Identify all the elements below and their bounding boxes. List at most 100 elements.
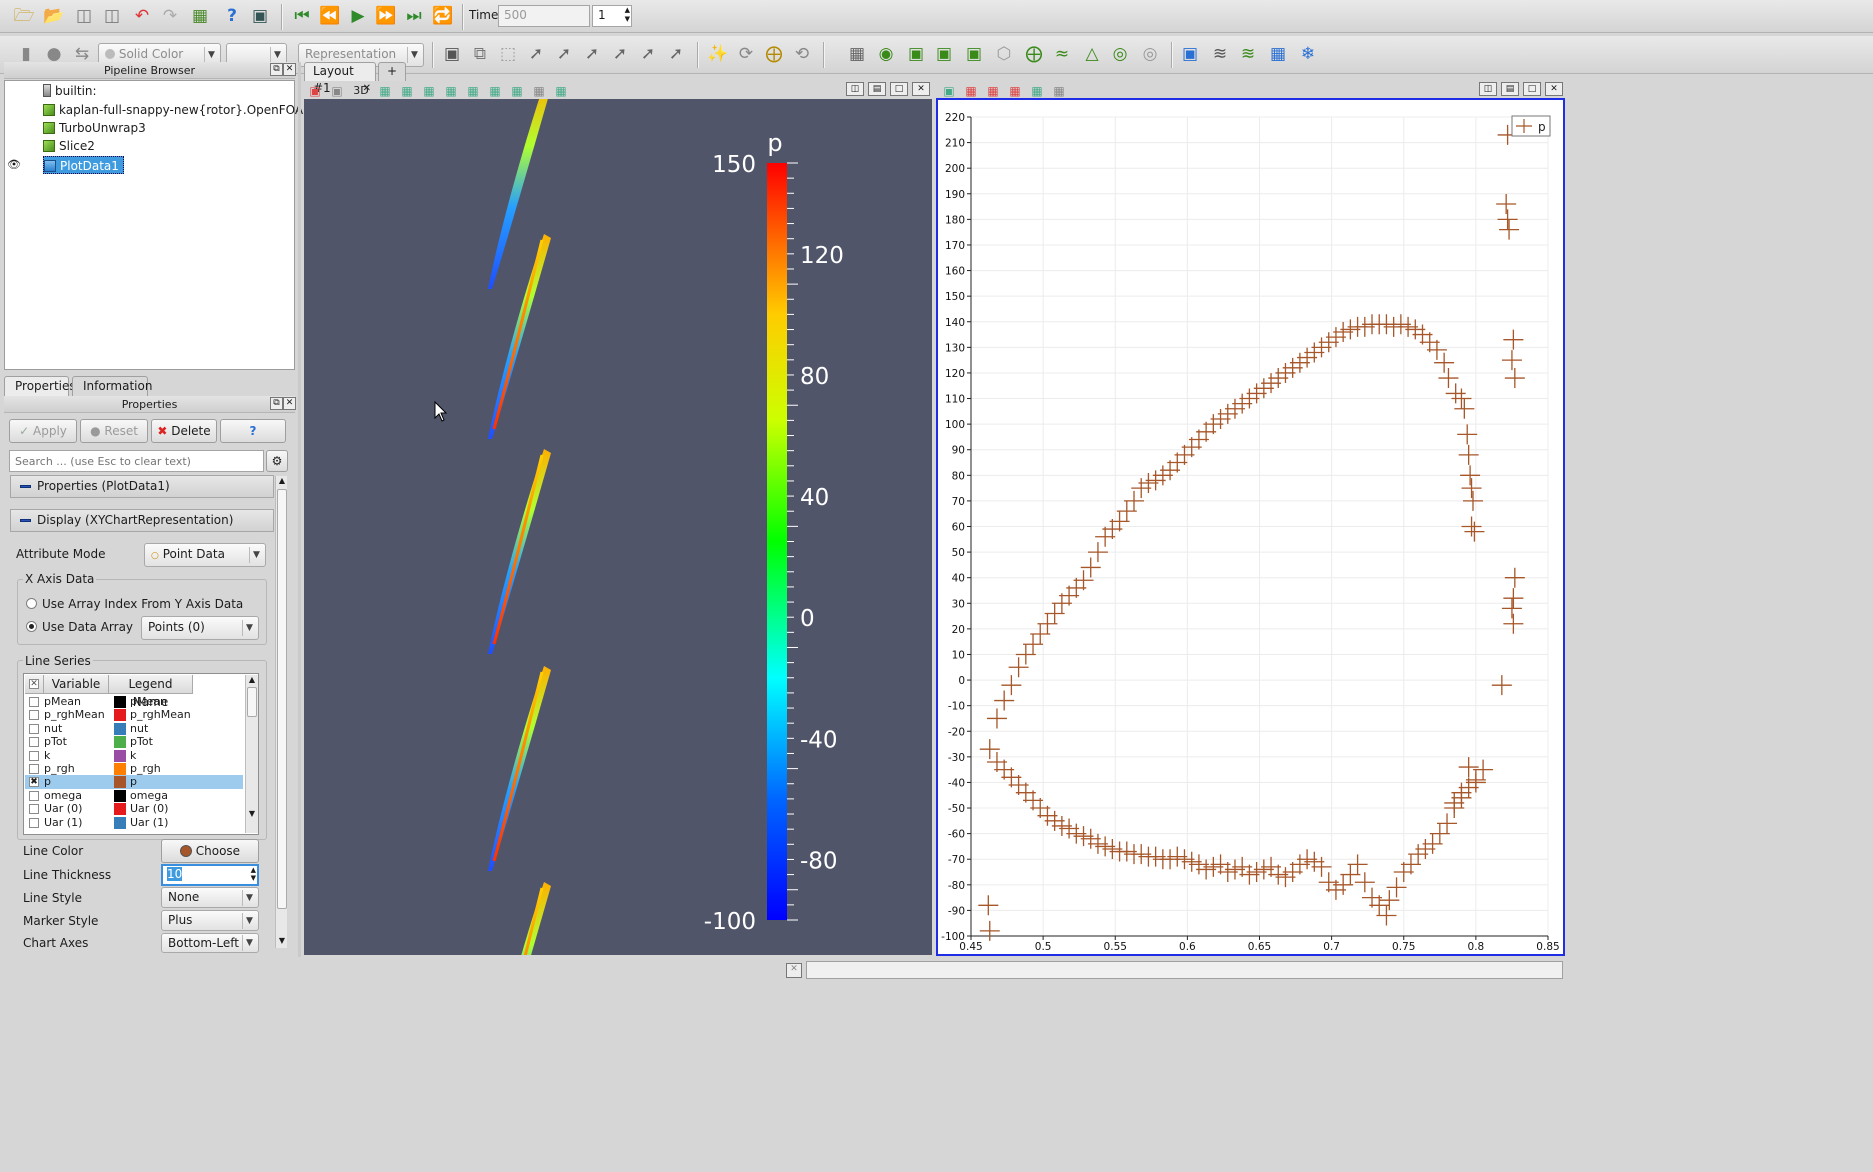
play-icon[interactable]: ▶: [344, 2, 372, 30]
choose-color-button[interactable]: Choose Color...: [161, 839, 259, 880]
series-checkbox[interactable]: [29, 817, 39, 828]
legend-column-header[interactable]: Legend Name: [109, 675, 193, 709]
spin-arrows-icon[interactable]: ▲ ▼: [251, 866, 256, 882]
help-icon[interactable]: ?: [218, 2, 246, 30]
float-panel-icon[interactable]: ⧉: [270, 63, 283, 76]
section-properties[interactable]: Properties (PlotData1): [10, 475, 274, 498]
series-color-swatch[interactable]: [114, 709, 126, 722]
chart-subtract-selection-icon[interactable]: ▦: [1030, 84, 1044, 98]
hover-cells-icon[interactable]: ▦: [510, 84, 524, 98]
scroll-up-icon[interactable]: ▲: [247, 675, 257, 686]
connect-icon[interactable]: ▦: [186, 2, 214, 30]
series-color-swatch[interactable]: [114, 749, 126, 762]
clear-selection-icon[interactable]: ▦: [554, 84, 568, 98]
reset-button[interactable]: ● Reset: [80, 419, 148, 443]
last-frame-icon[interactable]: ⏭: [400, 2, 428, 30]
check-all-header[interactable]: ✕: [25, 675, 44, 694]
pipeline-item-plotdata1[interactable]: PlotData1: [43, 156, 124, 174]
chart-select-icon[interactable]: ▦: [964, 84, 978, 98]
series-color-swatch[interactable]: [114, 763, 126, 775]
maximize-icon[interactable]: □: [1523, 82, 1541, 96]
series-checkbox[interactable]: ✖: [29, 777, 39, 788]
tab-information[interactable]: Information: [72, 376, 152, 396]
interactive-select-icon[interactable]: ▦: [466, 84, 480, 98]
close-icon[interactable]: ✕: [283, 397, 296, 410]
attribute-mode-combo[interactable]: ○ Point Data ▼: [144, 543, 266, 567]
frustum-select-icon[interactable]: ▦: [422, 84, 436, 98]
camera-link-icon[interactable]: ▣: [246, 2, 274, 30]
chart-axes-combo[interactable]: Bottom-Left ▼: [161, 933, 259, 953]
series-row[interactable]: nut nut: [25, 722, 243, 735]
scroll-down-icon[interactable]: ▼: [277, 936, 287, 948]
spin-arrows-icon[interactable]: ▲ ▼: [625, 6, 630, 24]
pipeline-item-slice2[interactable]: Slice2: [43, 137, 95, 155]
split-horizontal-icon[interactable]: ◫: [1479, 82, 1497, 96]
series-color-swatch[interactable]: [114, 722, 126, 735]
scroll-down-icon[interactable]: ▼: [247, 809, 257, 820]
series-color-swatch[interactable]: [114, 696, 126, 708]
series-checkbox[interactable]: [29, 804, 39, 815]
chart-legend[interactable]: p: [1511, 115, 1551, 137]
marker-style-combo[interactable]: Plus ▼: [161, 910, 259, 931]
use-array-index-radio[interactable]: [26, 598, 37, 609]
eye-icon[interactable]: 👁: [7, 156, 21, 174]
next-frame-icon[interactable]: ⏩: [372, 2, 400, 30]
toggle-3d-button[interactable]: 3D: [350, 84, 372, 98]
select-cells-icon[interactable]: ▦: [378, 84, 392, 98]
pipeline-item-openfoam[interactable]: kaplan-full-snappy-new{rotor}.OpenFOAM: [43, 101, 313, 119]
select-points-icon[interactable]: ▦: [400, 84, 414, 98]
float-panel-icon[interactable]: ⧉: [270, 397, 283, 410]
chart-clear-selection-icon[interactable]: ▦: [1052, 84, 1066, 98]
variable-column-header[interactable]: Variable: [44, 675, 109, 694]
apply-button[interactable]: ✓ Apply: [9, 419, 77, 443]
series-row[interactable]: kk: [25, 749, 243, 762]
check-all-icon[interactable]: ✕: [29, 679, 39, 689]
advanced-gear-icon[interactable]: ⚙: [266, 450, 288, 472]
maximize-icon[interactable]: □: [890, 82, 908, 96]
search-input[interactable]: [9, 450, 264, 472]
series-row[interactable]: Uar (1) Uar (1): [25, 816, 243, 829]
series-color-swatch[interactable]: [114, 789, 126, 802]
series-row[interactable]: omega omega: [25, 789, 243, 802]
series-row[interactable]: pMean pMean: [25, 695, 243, 708]
screenshot-icon[interactable]: ▣: [308, 84, 322, 98]
close-view-icon[interactable]: ✕: [912, 82, 930, 96]
delete-button[interactable]: ✖ Delete: [151, 419, 217, 443]
series-checkbox[interactable]: [29, 723, 39, 734]
scroll-thumb[interactable]: [277, 489, 287, 909]
first-frame-icon[interactable]: ⏮: [288, 2, 316, 30]
split-vertical-icon[interactable]: ▤: [1501, 82, 1519, 96]
axes-grid-icon[interactable]: ▣: [330, 84, 344, 98]
chart-add-selection-icon[interactable]: ▦: [1008, 84, 1022, 98]
tab-properties[interactable]: Properties: [4, 376, 76, 396]
split-vertical-icon[interactable]: ▤: [868, 82, 886, 96]
loop-icon[interactable]: 🔁: [429, 2, 457, 30]
pipeline-item-builtin[interactable]: builtin:: [43, 82, 97, 100]
series-row[interactable]: p_rghMean p_rghMean: [25, 708, 243, 722]
series-color-swatch[interactable]: [114, 816, 126, 829]
x-array-combo[interactable]: Points (0) ▼: [141, 616, 259, 640]
series-checkbox[interactable]: [29, 737, 39, 748]
split-horizontal-icon[interactable]: ◫: [846, 82, 864, 96]
use-data-array-radio[interactable]: [26, 621, 37, 632]
series-checkbox[interactable]: [29, 697, 39, 707]
abort-icon[interactable]: ✕: [786, 963, 802, 978]
series-color-swatch[interactable]: [114, 803, 126, 816]
undo-icon[interactable]: ↶: [128, 2, 156, 30]
close-view-icon[interactable]: ✕: [1545, 82, 1563, 96]
series-checkbox[interactable]: [29, 750, 39, 761]
chart-select-polygon-icon[interactable]: ▦: [986, 84, 1000, 98]
grow-selection-icon[interactable]: ▦: [532, 84, 546, 98]
redo-icon[interactable]: ↷: [156, 2, 184, 30]
scroll-up-icon[interactable]: ▲: [277, 476, 287, 488]
tab-layout-1[interactable]: Layout #1 ✕: [304, 62, 376, 95]
series-color-swatch[interactable]: [114, 736, 126, 749]
close-icon[interactable]: ✕: [283, 63, 296, 76]
time-input[interactable]: 500: [498, 5, 590, 27]
open-recent-icon[interactable]: 📂: [40, 2, 68, 30]
series-scrollbar[interactable]: ▲ ▼: [245, 675, 258, 833]
series-row[interactable]: Uar (0) Uar (0): [25, 802, 243, 816]
scroll-thumb[interactable]: [247, 687, 257, 717]
pipeline-item-turbounwrap3[interactable]: TurboUnwrap3: [43, 119, 146, 137]
section-display[interactable]: Display (XYChartRepresentation): [10, 509, 274, 532]
